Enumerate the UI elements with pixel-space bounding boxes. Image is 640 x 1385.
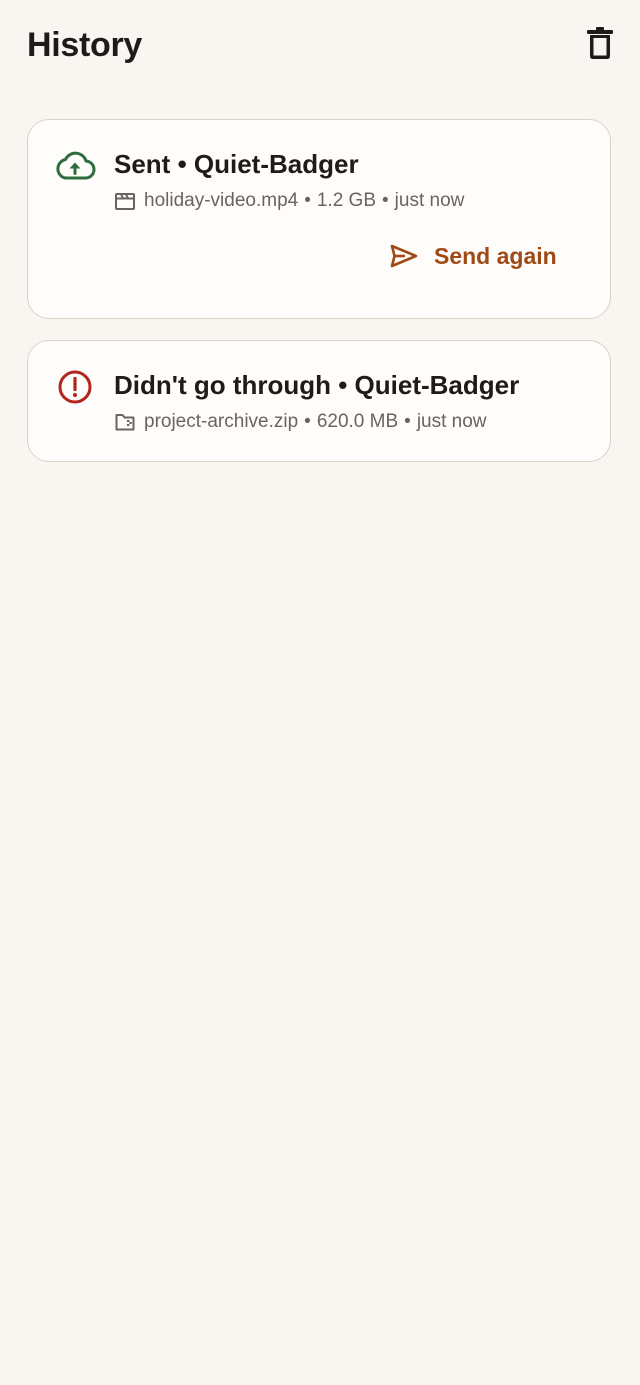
transfer-meta: holiday-video.mp4 • 1.2 GB • just now bbox=[114, 189, 464, 213]
send-icon bbox=[388, 240, 420, 272]
transfer-time: just now bbox=[416, 411, 487, 432]
file-name: project-archive.zip bbox=[144, 411, 299, 432]
clear-history-button[interactable] bbox=[578, 23, 622, 67]
video-file-icon bbox=[114, 190, 136, 212]
transfer-title: Didn't go through • Quiet-Badger bbox=[114, 370, 520, 400]
file-size: 620.0 MB bbox=[316, 411, 399, 432]
trash-icon bbox=[587, 26, 613, 65]
cloud-upload-icon bbox=[53, 144, 97, 188]
file-size: 1.2 GB bbox=[316, 190, 377, 211]
transfer-meta: project-archive.zip • 620.0 MB • just no… bbox=[114, 410, 487, 434]
history-item-sent[interactable]: Sent • Quiet-Badger holiday-video.mp4 • … bbox=[27, 119, 611, 319]
meta-separator: • bbox=[304, 190, 311, 211]
transfer-title: Sent • Quiet-Badger bbox=[114, 149, 359, 179]
page-title: History bbox=[27, 26, 143, 64]
meta-separator: • bbox=[304, 411, 311, 432]
history-item-failed[interactable]: Didn't go through • Quiet-Badger project… bbox=[27, 340, 611, 462]
meta-separator: • bbox=[404, 411, 411, 432]
send-again-button[interactable]: Send again bbox=[388, 234, 557, 278]
send-again-label: Send again bbox=[434, 242, 557, 269]
archive-file-icon bbox=[114, 411, 136, 433]
app-bar: History bbox=[0, 0, 640, 96]
transfer-time: just now bbox=[394, 190, 465, 211]
meta-separator: • bbox=[382, 190, 389, 211]
file-name: holiday-video.mp4 bbox=[144, 190, 299, 211]
error-circle-icon bbox=[53, 365, 97, 409]
